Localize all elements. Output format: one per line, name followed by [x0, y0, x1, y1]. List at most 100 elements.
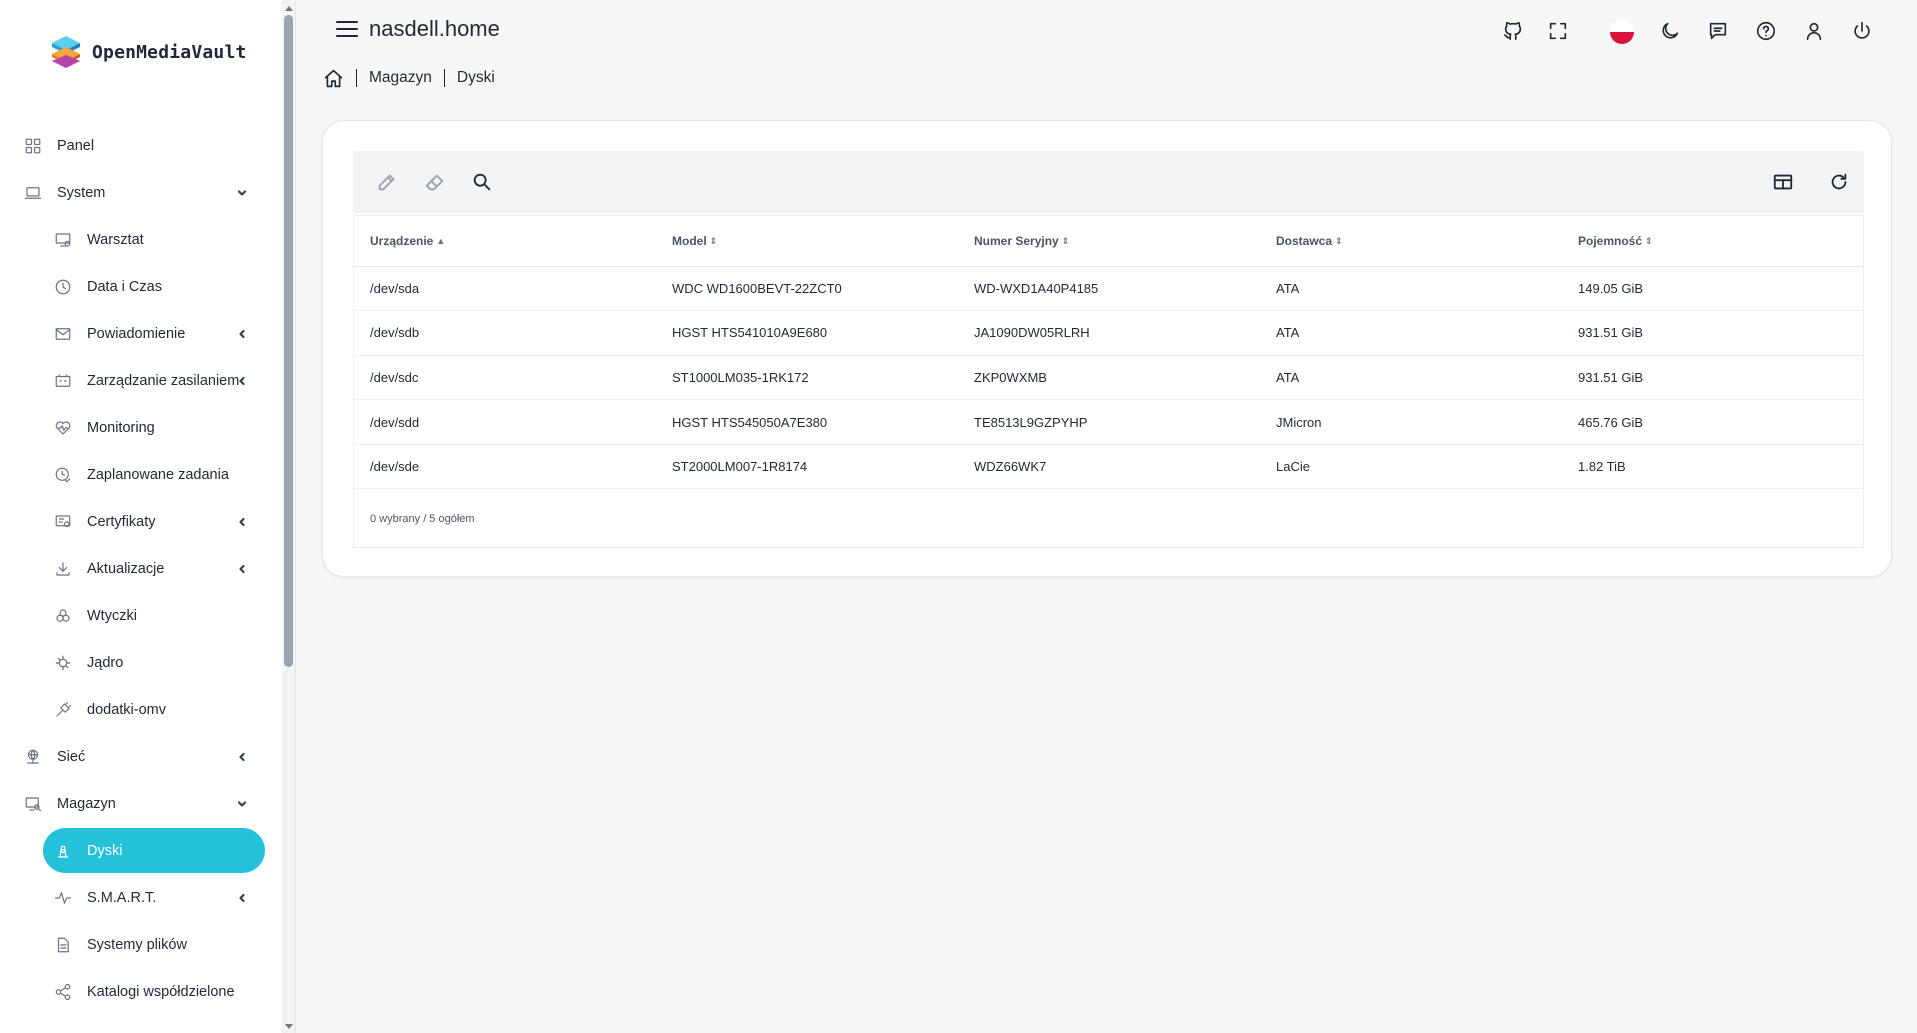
- edit-icon[interactable]: [375, 170, 399, 194]
- cell-model: HGST HTS545050A7E380: [656, 399, 958, 445]
- battery-icon: [54, 372, 72, 390]
- sidebar-item-monitoring[interactable]: Monitoring: [0, 404, 280, 451]
- sidebar-item-warsztat[interactable]: Warsztat: [0, 216, 280, 263]
- brand-name: OpenMediaVault: [92, 41, 247, 63]
- sidebar-item-systemy-plikow[interactable]: Systemy plików: [0, 921, 280, 968]
- help-icon[interactable]: [1754, 19, 1778, 43]
- cell-model: HGST HTS541010A9E680: [656, 310, 958, 356]
- breadcrumb-magazyn[interactable]: Magazyn: [369, 69, 432, 87]
- language-flag-icon[interactable]: [1610, 20, 1634, 44]
- sidebar-item-smart[interactable]: S.M.A.R.T.: [0, 874, 280, 921]
- sidebar-item-powiadomienie[interactable]: Powiadomienie: [0, 310, 280, 357]
- sidebar-item-label: Dyski: [87, 842, 123, 859]
- sidebar-item-panel[interactable]: Panel: [0, 122, 280, 169]
- breadcrumb: Magazyn Dyski: [323, 62, 495, 94]
- table-row[interactable]: /dev/sdc ST1000LM035-1RK172 ZKP0WXMB ATA…: [354, 355, 1863, 401]
- sidebar-item-label: Wtyczki: [87, 607, 137, 624]
- menu-toggle-icon[interactable]: [336, 21, 358, 39]
- user-icon[interactable]: [1802, 19, 1826, 43]
- chevron-left-icon: [236, 751, 248, 763]
- table-row[interactable]: /dev/sda WDC WD1600BEVT-22ZCT0 WD-WXD1A4…: [354, 266, 1863, 312]
- column-header-serial[interactable]: Numer Seryjny ⇕: [958, 216, 1260, 267]
- cell-serial: WD-WXD1A40P4185: [958, 266, 1260, 312]
- sidebar-item-label: Sieć: [57, 748, 86, 765]
- dark-mode-icon[interactable]: [1658, 19, 1682, 43]
- puzzle-icon: [54, 607, 72, 625]
- column-header-model[interactable]: Model ⇕: [656, 216, 958, 267]
- heart-pulse-icon: [54, 419, 72, 437]
- sidebar-item-certyfikaty[interactable]: Certyfikaty: [0, 498, 280, 545]
- cell-vendor: ATA: [1260, 310, 1562, 356]
- scroll-down-arrow-icon[interactable]: [285, 1024, 293, 1029]
- dashboard-icon: [24, 137, 42, 155]
- sidebar-item-label: S.M.A.R.T.: [87, 889, 157, 906]
- sidebar-item-zarzadzanie-zasilaniem[interactable]: Zarządzanie zasilaniem: [0, 357, 280, 404]
- columns-icon[interactable]: [1771, 170, 1795, 194]
- sidebar-item-wtyczki[interactable]: Wtyczki: [0, 592, 280, 639]
- sidebar-item-magazyn[interactable]: Magazyn: [0, 780, 280, 827]
- feedback-icon[interactable]: [1706, 19, 1730, 43]
- sidebar-item-label: Zarządzanie zasilaniem: [87, 372, 240, 389]
- sidebar-item-system[interactable]: System: [0, 169, 280, 216]
- network-icon: [24, 748, 42, 766]
- hostname: nasdell.home: [369, 16, 500, 41]
- selection-summary: 0 wybrany / 5 ogółem: [370, 513, 475, 525]
- eraser-icon[interactable]: [423, 170, 447, 194]
- mail-icon: [54, 325, 72, 343]
- cell-vendor: ATA: [1260, 355, 1562, 401]
- sidebar-item-siec[interactable]: Sieć: [0, 733, 280, 780]
- pulse-icon: [54, 889, 72, 907]
- column-header-device[interactable]: Urządzenie ▲: [354, 216, 656, 267]
- power-icon[interactable]: [1850, 19, 1874, 43]
- app-root: OpenMediaVault Panel System Warsztat Dat…: [0, 0, 1917, 1033]
- cell-model: ST1000LM035-1RK172: [656, 355, 958, 401]
- laptop-icon: [24, 184, 42, 202]
- github-icon[interactable]: [1501, 19, 1525, 43]
- column-header-capacity[interactable]: Pojemność ⇕: [1562, 216, 1863, 267]
- sidebar-item-zaplanowane-zadania[interactable]: Zaplanowane zadania: [0, 451, 280, 498]
- cell-vendor: JMicron: [1260, 399, 1562, 445]
- kernel-icon: [54, 654, 72, 672]
- column-header-label: Numer Seryjny: [974, 233, 1059, 248]
- cell-model: WDC WD1600BEVT-22ZCT0: [656, 266, 958, 312]
- storage-icon: [24, 795, 42, 813]
- disks-table: Urządzenie ▲ Model ⇕ Numer Seryjny ⇕ Dostaw…: [354, 216, 1863, 490]
- sidebar-scroll-thumb[interactable]: [284, 15, 293, 667]
- sidebar-item-jadro[interactable]: Jądro: [0, 639, 280, 686]
- table-row[interactable]: /dev/sdb HGST HTS541010A9E680 JA1090DW05…: [354, 310, 1863, 356]
- cell-device: /dev/sde: [354, 444, 656, 490]
- cell-device: /dev/sdc: [354, 355, 656, 401]
- file-icon: [54, 936, 72, 954]
- chevron-down-icon: [236, 798, 248, 810]
- table-row[interactable]: /dev/sdd HGST HTS545050A7E380 TE8513L9GZ…: [354, 399, 1863, 445]
- table-row[interactable]: /dev/sde ST2000LM007-1R8174 WDZ66WK7 LaC…: [354, 444, 1863, 490]
- sort-icon: ⇕: [1645, 235, 1653, 246]
- chevron-left-icon: [236, 892, 248, 904]
- home-icon[interactable]: [323, 68, 344, 89]
- search-icon[interactable]: [470, 170, 494, 194]
- top-header: nasdell.home: [297, 0, 1917, 62]
- cell-device: /dev/sdb: [354, 310, 656, 356]
- sidebar-item-data-i-czas[interactable]: Data i Czas: [0, 263, 280, 310]
- refresh-icon[interactable]: [1827, 170, 1851, 194]
- chevron-down-icon: [236, 187, 248, 199]
- sidebar-item-dodatki-omv[interactable]: dodatki-omv: [0, 686, 280, 733]
- sidebar-item-label: Certyfikaty: [87, 513, 156, 530]
- breadcrumb-separator: [356, 69, 357, 87]
- sidebar: OpenMediaVault Panel System Warsztat Dat…: [0, 0, 296, 1033]
- clock-check-icon: [54, 466, 72, 484]
- fullscreen-icon[interactable]: [1546, 19, 1570, 43]
- cell-model: ST2000LM007-1R8174: [656, 444, 958, 490]
- sidebar-item-katalogi-wspoldzielone[interactable]: Katalogi współdzielone: [0, 968, 280, 1015]
- cell-serial: TE8513L9GZPYHP: [958, 399, 1260, 445]
- sidebar-item-aktualizacje[interactable]: Aktualizacje: [0, 545, 280, 592]
- sidebar-nav: Panel System Warsztat Data i Czas Powiad…: [0, 122, 280, 1015]
- sidebar-item-dyski[interactable]: Dyski: [0, 827, 280, 874]
- column-header-vendor[interactable]: Dostawca ⇕: [1260, 216, 1562, 267]
- scroll-up-arrow-icon[interactable]: [285, 6, 293, 11]
- cell-vendor: ATA: [1260, 266, 1562, 312]
- sidebar-item-label: Jądro: [87, 654, 124, 671]
- sidebar-item-label: Katalogi współdzielone: [87, 983, 235, 1000]
- brand-logo[interactable]: OpenMediaVault: [48, 32, 247, 72]
- sidebar-item-label: Powiadomienie: [87, 325, 186, 342]
